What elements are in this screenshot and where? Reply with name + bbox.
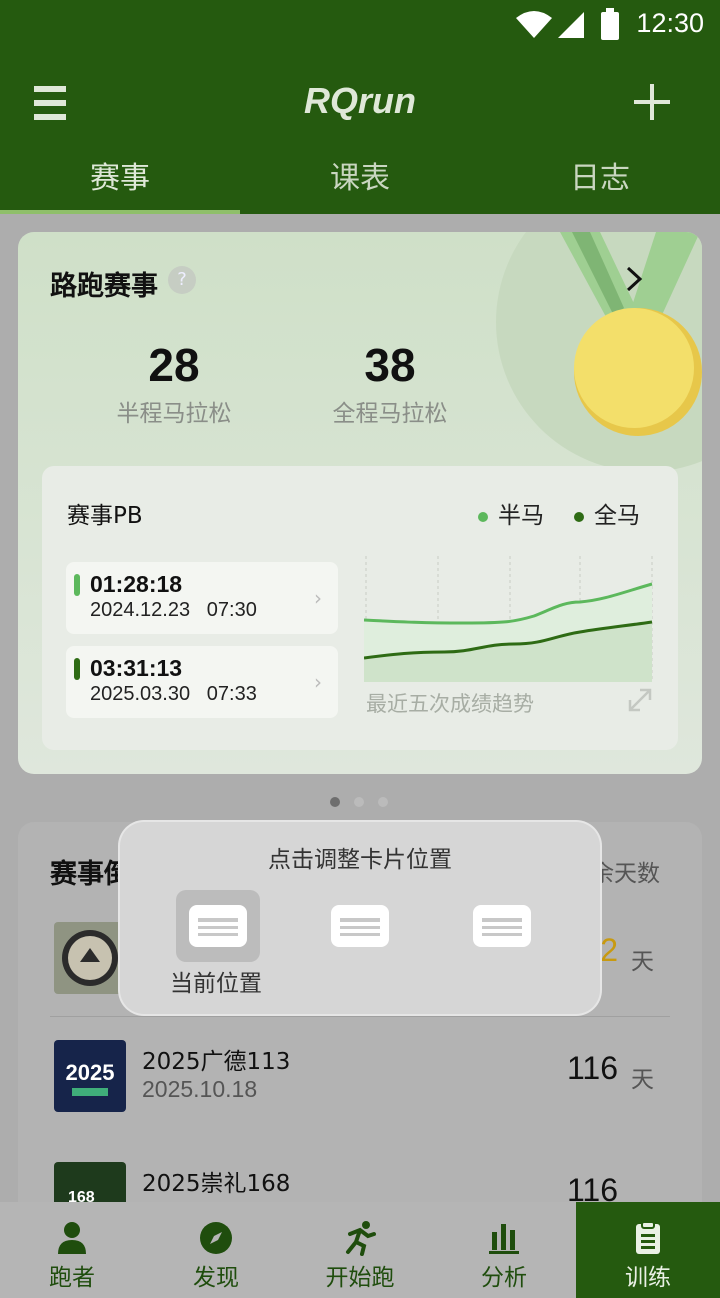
record-time: 01:28:18 — [90, 571, 183, 597]
nav-start-run[interactable]: 开始跑 — [288, 1202, 432, 1298]
compass-icon — [200, 1222, 232, 1254]
legend-dot — [574, 511, 584, 522]
battery-icon — [601, 8, 619, 40]
clipboard-icon — [636, 1221, 660, 1254]
tab-bar: 赛事 课表 日志 — [0, 152, 720, 214]
card-title: 路跑赛事 — [50, 271, 158, 302]
page-dot-active — [330, 797, 340, 807]
race-thumbnail: 2025 — [54, 1040, 126, 1112]
pb-record-half[interactable]: 01:28:18 2024.12.23 07:30 › — [66, 562, 338, 634]
tab-races[interactable]: 赛事 — [0, 152, 240, 214]
nav-label: 分析 — [481, 1265, 527, 1291]
trend-sparkline[interactable] — [364, 556, 654, 686]
runner-icon — [346, 1221, 376, 1256]
stat-value: 28 — [148, 339, 200, 391]
legend-label: 全马 — [594, 503, 640, 529]
list-item[interactable]: 2025 2025广德113 2025.10.18 116 天 — [50, 1040, 670, 1140]
stat-label: 半程马拉松 — [116, 401, 232, 427]
page-dot — [378, 797, 388, 807]
expand-icon[interactable] — [626, 686, 654, 714]
position-slot-3[interactable] — [460, 890, 544, 962]
status-bar: 12:30 — [0, 0, 720, 50]
bar-chart-icon — [489, 1224, 519, 1254]
card-position-popup: 点击调整卡片位置 当前位置 — [120, 822, 600, 1014]
divider — [50, 1016, 670, 1017]
bottom-nav: 跑者 发现 开始跑 分析 训练 — [0, 1202, 720, 1298]
race-name: 2025广德113 — [142, 1049, 291, 1075]
nav-label: 跑者 — [49, 1265, 95, 1291]
record-date: 2024.12.23 07:30 — [90, 599, 257, 621]
add-icon[interactable] — [630, 80, 676, 126]
legend-label: 半马 — [498, 503, 544, 529]
tab-log[interactable]: 日志 — [480, 152, 720, 214]
card-icon — [473, 905, 531, 947]
record-time: 03:31:13 — [90, 655, 183, 681]
stat-half-marathon: 28 半程马拉松 — [94, 338, 254, 428]
position-slot-2[interactable] — [318, 890, 402, 962]
position-slot-1[interactable] — [176, 890, 260, 962]
legend-half: 半马 — [478, 496, 544, 530]
card-icon — [331, 905, 389, 947]
days-remaining: 2 — [600, 932, 618, 968]
page-dot — [354, 797, 364, 807]
days-unit: 天 — [631, 1067, 654, 1093]
signal-icon — [558, 12, 584, 38]
nav-label: 开始跑 — [325, 1265, 395, 1291]
race-thumbnail — [54, 922, 126, 994]
app-title: RQrun — [304, 80, 416, 121]
road-race-card[interactable]: 路跑赛事 ? 28 半程马拉松 38 全程马拉松 赛事PB 半马 全马 01:2… — [18, 232, 702, 774]
stat-full-marathon: 38 全程马拉松 — [310, 338, 470, 428]
chevron-right-icon: › — [314, 586, 322, 610]
days-unit: 天 — [631, 949, 654, 975]
nav-analysis[interactable]: 分析 — [432, 1202, 576, 1298]
trend-label: 最近五次成绩趋势 — [366, 692, 534, 716]
race-date: 2025.10.18 — [142, 1076, 258, 1102]
thumb-text: 2025 — [66, 1060, 115, 1085]
legend-full: 全马 — [574, 496, 640, 530]
help-icon[interactable]: ? — [168, 266, 196, 294]
app-bar: RQrun 赛事 课表 日志 — [0, 50, 720, 214]
days-remaining: 116 — [566, 1050, 618, 1086]
nav-training[interactable]: 训练 — [576, 1202, 720, 1298]
list-title: 赛事倒 — [50, 859, 131, 890]
medal-icon — [560, 232, 702, 436]
pb-title: 赛事PB — [67, 503, 143, 529]
pb-panel: 赛事PB 半马 全马 01:28:18 2024.12.23 07:30 › 0… — [42, 466, 678, 750]
card-icon — [189, 905, 247, 947]
stat-label: 全程马拉松 — [332, 401, 448, 427]
chevron-right-icon[interactable] — [622, 262, 646, 296]
person-icon — [58, 1222, 86, 1254]
clock: 12:30 — [636, 8, 704, 38]
nav-label: 训练 — [625, 1265, 671, 1291]
nav-label: 发现 — [193, 1265, 239, 1291]
record-color-bar — [74, 658, 80, 680]
pb-record-full[interactable]: 03:31:13 2025.03.30 07:33 › — [66, 646, 338, 718]
race-name: 2025崇礼168 — [142, 1171, 291, 1197]
wifi-icon — [516, 11, 552, 38]
chevron-right-icon: › — [314, 670, 322, 694]
legend-dot — [478, 511, 488, 522]
page-indicator — [330, 792, 402, 811]
stat-value: 38 — [364, 339, 416, 391]
current-position-label: 当前位置 — [170, 971, 262, 997]
tab-schedule[interactable]: 课表 — [240, 152, 480, 214]
nav-runner[interactable]: 跑者 — [0, 1202, 144, 1298]
record-date: 2025.03.30 07:33 — [90, 683, 257, 705]
record-color-bar — [74, 574, 80, 596]
popup-title: 点击调整卡片位置 — [268, 847, 452, 873]
column-days-remaining: 余天数 — [591, 861, 660, 887]
nav-discover[interactable]: 发现 — [144, 1202, 288, 1298]
